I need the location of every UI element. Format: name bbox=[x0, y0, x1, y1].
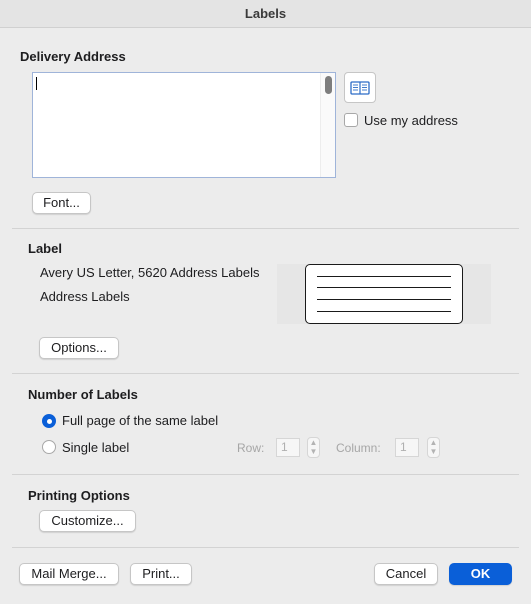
preview-line bbox=[317, 276, 451, 277]
ok-button[interactable]: OK bbox=[449, 563, 512, 585]
delivery-address-heading: Delivery Address bbox=[20, 49, 126, 64]
full-page-label: Full page of the same label bbox=[62, 413, 219, 428]
print-button[interactable]: Print... bbox=[130, 563, 192, 585]
label-product: Avery US Letter, 5620 Address Labels bbox=[40, 265, 260, 280]
stepper-up-icon: ▲ bbox=[309, 438, 318, 447]
use-my-address-checkbox[interactable] bbox=[344, 113, 358, 127]
text-caret bbox=[36, 77, 37, 90]
divider bbox=[12, 373, 519, 374]
single-label-label: Single label bbox=[62, 440, 130, 455]
window-title: Labels bbox=[0, 0, 531, 28]
label-preview bbox=[305, 264, 463, 324]
column-label: Column: bbox=[336, 441, 381, 455]
row-input[interactable]: 1 bbox=[276, 438, 300, 457]
stepper-down-icon: ▼ bbox=[309, 447, 318, 456]
divider bbox=[12, 547, 519, 548]
address-book-icon bbox=[350, 81, 370, 95]
preview-line bbox=[317, 287, 451, 288]
customize-button[interactable]: Customize... bbox=[39, 510, 136, 532]
number-of-labels-heading: Number of Labels bbox=[28, 387, 138, 402]
delivery-address-input[interactable] bbox=[32, 72, 336, 178]
mail-merge-button[interactable]: Mail Merge... bbox=[19, 563, 119, 585]
options-button[interactable]: Options... bbox=[39, 337, 119, 359]
use-my-address-label: Use my address bbox=[364, 113, 458, 128]
stepper-down-icon: ▼ bbox=[429, 447, 438, 456]
stepper-up-icon: ▲ bbox=[429, 438, 438, 447]
cancel-button[interactable]: Cancel bbox=[374, 563, 438, 585]
font-button[interactable]: Font... bbox=[32, 192, 91, 214]
row-stepper[interactable]: ▲ ▼ bbox=[307, 437, 320, 458]
single-label-radio[interactable] bbox=[42, 440, 56, 454]
preview-line bbox=[317, 299, 451, 300]
preview-line bbox=[317, 311, 451, 312]
address-scrollbar[interactable] bbox=[320, 73, 335, 177]
address-scrollbar-thumb[interactable] bbox=[325, 76, 332, 94]
divider bbox=[12, 474, 519, 475]
label-type: Address Labels bbox=[40, 289, 130, 304]
printing-options-heading: Printing Options bbox=[28, 488, 130, 503]
full-page-radio[interactable] bbox=[42, 414, 56, 428]
row-label: Row: bbox=[237, 441, 265, 455]
column-stepper[interactable]: ▲ ▼ bbox=[427, 437, 440, 458]
label-heading: Label bbox=[28, 241, 62, 256]
divider bbox=[12, 228, 519, 229]
address-book-button[interactable] bbox=[344, 72, 376, 103]
column-input[interactable]: 1 bbox=[395, 438, 419, 457]
